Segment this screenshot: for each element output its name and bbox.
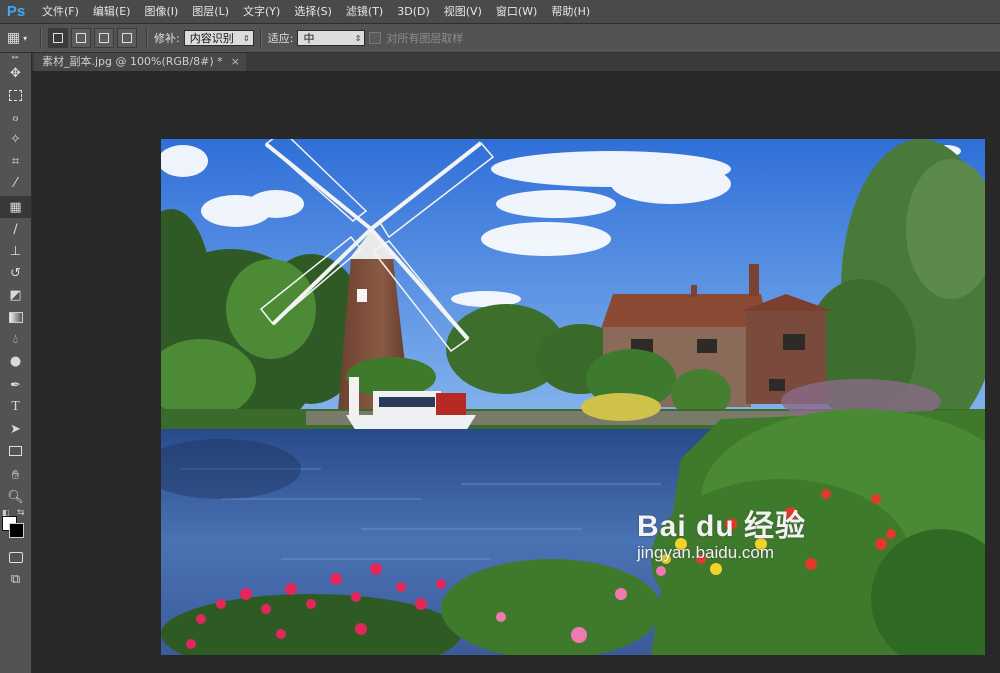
- quick-mask-button[interactable]: [0, 546, 31, 568]
- lasso-tool[interactable]: ℴ: [0, 106, 31, 128]
- history-brush-tool-icon: ↺: [10, 265, 21, 281]
- patch-label: 修补:: [154, 32, 180, 45]
- patch-select-value: 内容识别: [189, 32, 234, 45]
- magic-wand-tool[interactable]: ✧: [0, 128, 31, 150]
- chevron-down-icon: ▾: [23, 33, 28, 43]
- menu-window[interactable]: 窗口(W): [489, 0, 544, 23]
- subtract-selection-button[interactable]: [94, 28, 114, 48]
- pen-tool-icon: ✒︎: [10, 377, 21, 393]
- rectangle-tool[interactable]: [0, 440, 31, 462]
- marquee-tool[interactable]: [0, 84, 31, 106]
- menu-file[interactable]: 文件(F): [35, 0, 86, 23]
- magic-wand-tool-icon: ✧: [10, 131, 21, 147]
- sample-all-layers-label: 对所有图层取样: [386, 32, 464, 45]
- divider: [40, 28, 42, 48]
- lasso-tool-icon: ℴ: [12, 109, 19, 125]
- dodge-tool-icon: ●: [9, 353, 22, 369]
- intersect-selection-button[interactable]: [117, 28, 137, 48]
- hand-tool-icon: ✋︎: [11, 467, 20, 483]
- rectangle-tool-icon: [9, 446, 22, 456]
- add-selection-button[interactable]: [71, 28, 91, 48]
- subtract-selection-icon: [99, 33, 109, 43]
- blur-tool[interactable]: 💧︎: [0, 328, 31, 350]
- photoshop-logo: Ps: [6, 3, 26, 20]
- intersect-selection-icon: [122, 33, 132, 43]
- toolbox: ▸▸ ✥ ℴ ✧ ⌗ ⁄ ▦ ∕ ⊥ ↺ ◩ 💧︎ ● ✒︎ T ➤ ✋︎ 🔍︎…: [0, 53, 32, 673]
- move-tool-icon: ✥: [10, 65, 21, 81]
- history-brush-tool[interactable]: ↺: [0, 262, 31, 284]
- screen-mode-button[interactable]: ⧉: [0, 568, 31, 590]
- menu-help[interactable]: 帮助(H): [544, 0, 597, 23]
- swap-colors-icon[interactable]: ⇆: [17, 508, 25, 518]
- adapt-select-value: 中: [303, 32, 315, 45]
- eraser-tool-icon: ◩: [9, 287, 22, 303]
- menu-bar: Ps 文件(F) 编辑(E) 图像(I) 图层(L) 文字(Y) 选择(S) 滤…: [0, 0, 1000, 24]
- eraser-tool[interactable]: ◩: [0, 284, 31, 306]
- eyedropper-tool-icon: ⁄: [14, 175, 17, 191]
- adapt-select[interactable]: 中 ⇕: [297, 30, 366, 46]
- gradient-tool[interactable]: [0, 306, 31, 328]
- pen-tool[interactable]: ✒︎: [0, 374, 31, 396]
- new-selection-button[interactable]: [48, 28, 68, 48]
- clone-stamp-tool[interactable]: ⊥: [0, 240, 31, 262]
- menu-view[interactable]: 视图(V): [437, 0, 489, 23]
- document-tab[interactable]: 素材_副本.jpg @ 100%(RGB/8#) * ×: [34, 53, 246, 71]
- gradient-tool-icon: [8, 311, 23, 323]
- zoom-tool[interactable]: 🔍︎: [0, 486, 31, 508]
- type-tool[interactable]: T: [0, 396, 31, 418]
- hand-tool[interactable]: ✋︎: [0, 464, 31, 486]
- menu-type[interactable]: 文字(Y): [236, 0, 287, 23]
- patch-tool-icon: ▦: [9, 199, 22, 215]
- toolbox-collapse-handle[interactable]: ▸▸: [0, 53, 31, 62]
- menu-3d[interactable]: 3D(D): [390, 0, 437, 23]
- document-tab-bar: 素材_副本.jpg @ 100%(RGB/8#) * ×: [32, 53, 1000, 71]
- path-selection-tool-icon: ➤: [10, 421, 21, 437]
- new-selection-icon: [53, 33, 63, 43]
- divider: [146, 28, 148, 48]
- move-tool[interactable]: ✥: [0, 62, 31, 84]
- menu-select[interactable]: 选择(S): [287, 0, 339, 23]
- screen-mode-icon: ⧉: [10, 571, 21, 587]
- menu-image[interactable]: 图像(I): [137, 0, 185, 23]
- dodge-tool[interactable]: ●: [0, 350, 31, 372]
- brush-tool-icon: ∕: [13, 221, 18, 237]
- menu-layer[interactable]: 图层(L): [185, 0, 236, 23]
- marquee-tool-icon: [9, 89, 22, 101]
- divider: [259, 28, 262, 48]
- zoom-tool-icon: 🔍︎: [7, 489, 24, 505]
- color-swatches: ◧ ⇆: [0, 508, 31, 546]
- eyedropper-tool[interactable]: ⁄: [0, 172, 31, 194]
- clone-stamp-tool-icon: ⊥: [9, 243, 22, 259]
- chevron-updown-icon: ⇕: [354, 33, 362, 43]
- document-tab-title: 素材_副本.jpg @ 100%(RGB/8#) *: [42, 55, 223, 68]
- crop-tool[interactable]: ⌗: [0, 150, 31, 172]
- patch-tool[interactable]: ▦: [0, 196, 31, 218]
- patch-select[interactable]: 内容识别 ⇕: [183, 30, 254, 46]
- sample-all-layers-checkbox[interactable]: [369, 32, 382, 44]
- landscape-photo: [161, 139, 985, 655]
- adapt-label: 适应:: [267, 32, 294, 45]
- background-color-swatch[interactable]: [9, 523, 24, 538]
- chevron-updown-icon: ⇕: [243, 33, 250, 43]
- brush-tool[interactable]: ∕: [0, 218, 31, 240]
- type-tool-icon: T: [11, 399, 20, 414]
- close-icon[interactable]: ×: [231, 53, 240, 71]
- menu-filter[interactable]: 滤镜(T): [339, 0, 390, 23]
- tool-preset-picker[interactable]: ▦ ▾: [0, 27, 34, 49]
- crop-tool-icon: ⌗: [11, 153, 20, 169]
- blur-tool-icon: 💧︎: [12, 331, 19, 347]
- path-selection-tool[interactable]: ➤: [0, 418, 31, 440]
- document-canvas-image[interactable]: [161, 139, 985, 655]
- quick-mask-icon: [8, 551, 23, 563]
- menu-edit[interactable]: 编辑(E): [86, 0, 138, 23]
- patch-tool-icon: ▦: [6, 30, 21, 46]
- canvas-workspace[interactable]: Bai du 经验 jingyan.baidu.com: [32, 71, 1000, 673]
- options-bar: ▦ ▾ 修补: 内容识别 ⇕ 适应: 中 ⇕ 对所有图层取样: [0, 24, 1000, 53]
- add-selection-icon: [76, 33, 86, 43]
